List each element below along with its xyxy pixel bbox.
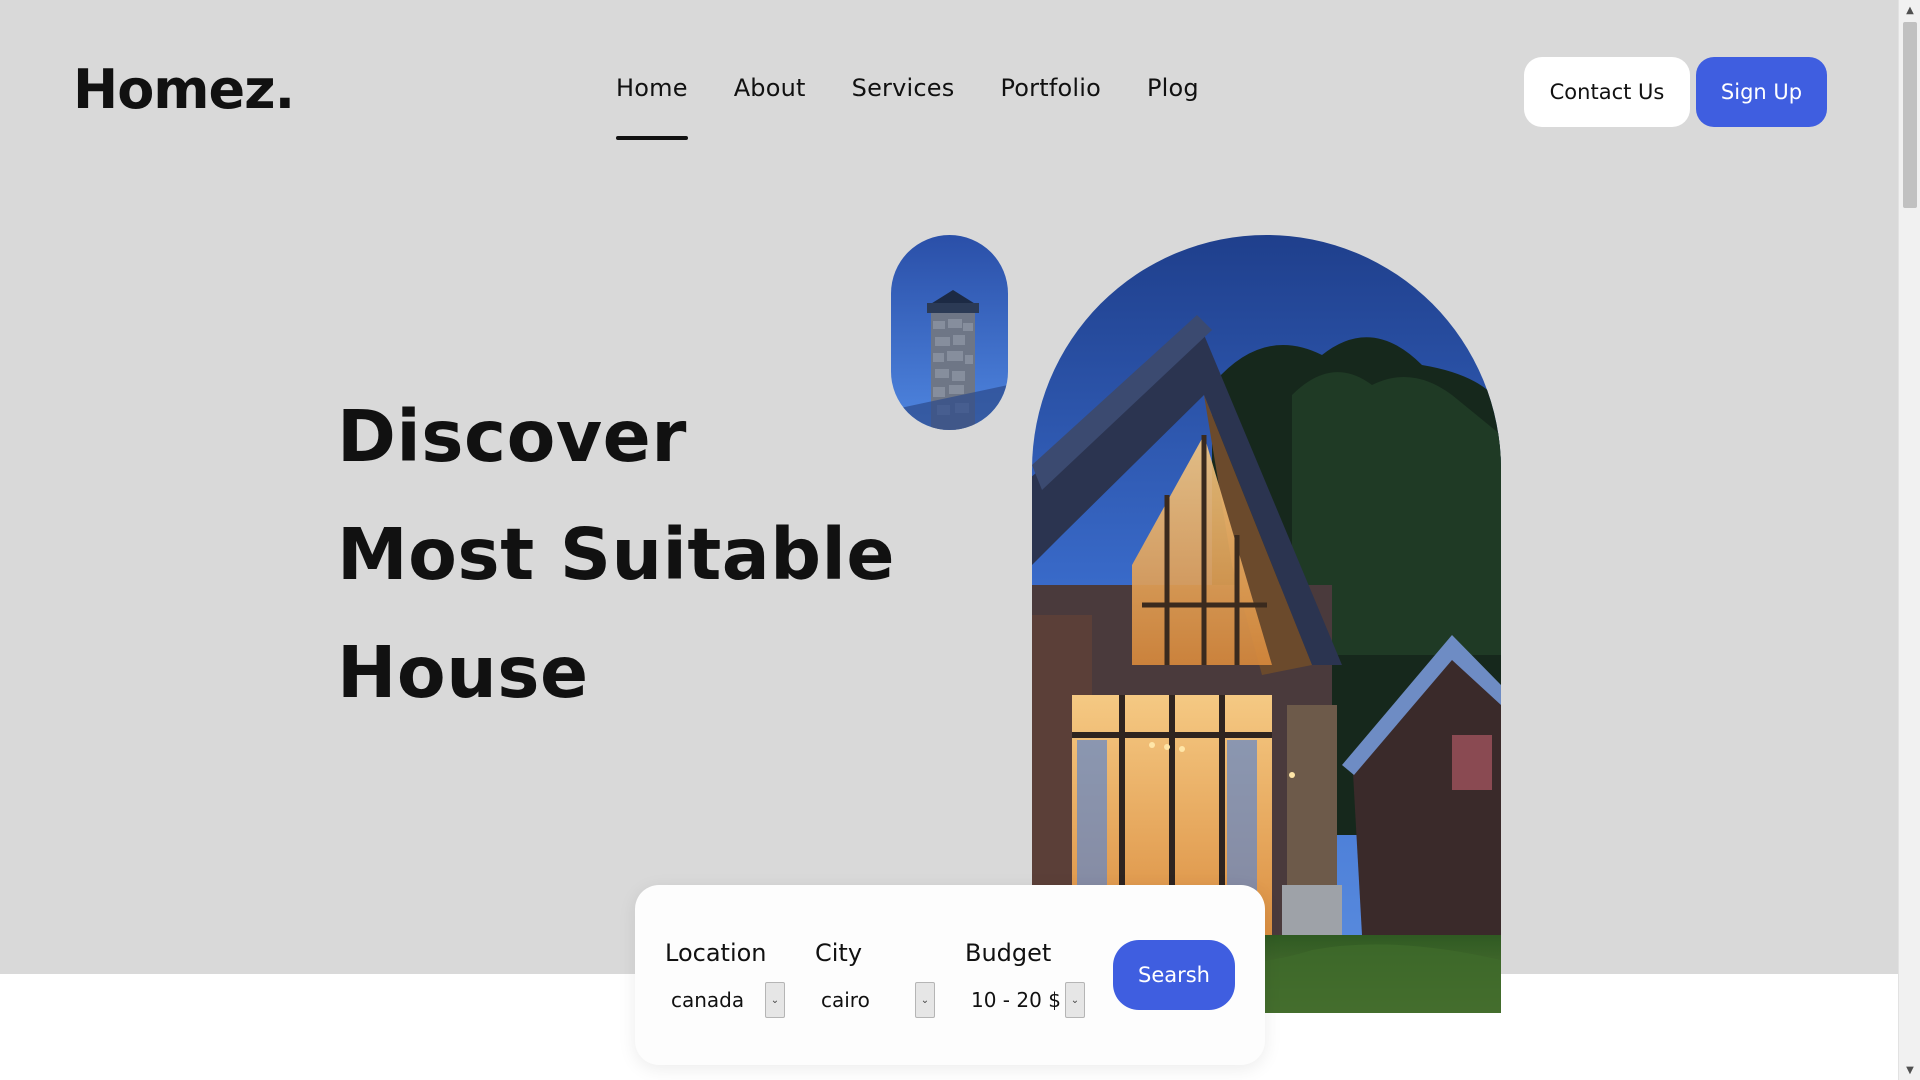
chevron-down-icon[interactable]: ⌄: [915, 982, 935, 1018]
nav-item-home[interactable]: Home: [616, 74, 688, 140]
headline-line-3: House: [337, 631, 589, 714]
nav-item-about[interactable]: About: [734, 74, 806, 102]
search-button[interactable]: Searsh: [1113, 940, 1235, 1010]
headline-line-2: Most Suitable: [337, 513, 896, 596]
nav-item-plog[interactable]: Plog: [1147, 74, 1199, 102]
city-label: City: [815, 939, 863, 967]
location-select[interactable]: canada ⌄: [665, 982, 785, 1018]
budget-label: Budget: [965, 939, 1052, 967]
hero-background: [0, 0, 1898, 974]
location-label: Location: [665, 939, 767, 967]
triangle-up-icon[interactable]: ▲: [1899, 0, 1920, 20]
main-nav: Home About Services Portfolio Plog: [616, 74, 1199, 140]
location-value: canada: [671, 988, 745, 1012]
property-search-card: Location canada ⌄ City cairo ⌄ Budget 10…: [635, 885, 1265, 1065]
city-select[interactable]: cairo ⌄: [815, 982, 935, 1018]
nav-item-portfolio[interactable]: Portfolio: [1000, 74, 1101, 102]
budget-value: 10 - 20 $: [971, 988, 1061, 1012]
nav-item-services[interactable]: Services: [852, 74, 955, 102]
page-scrollbar[interactable]: ▲ ▼: [1898, 0, 1920, 1080]
headline-line-1: Discover: [337, 395, 687, 478]
chimney-photo: [891, 235, 1008, 430]
brand-logo[interactable]: Homez.: [73, 58, 295, 121]
budget-field: Budget 10 - 20 $ ⌄: [965, 939, 1085, 1018]
city-field: City cairo ⌄: [815, 939, 935, 1018]
chevron-down-icon[interactable]: ⌄: [1065, 982, 1085, 1018]
contact-us-button[interactable]: Contact Us: [1524, 57, 1690, 127]
scrollbar-thumb[interactable]: [1903, 22, 1917, 208]
budget-select[interactable]: 10 - 20 $ ⌄: [965, 982, 1087, 1018]
hero-headline: Discover Most Suitable House: [337, 378, 895, 732]
sign-up-button[interactable]: Sign Up: [1696, 57, 1827, 127]
city-value: cairo: [821, 988, 870, 1012]
location-field: Location canada ⌄: [665, 939, 785, 1018]
chevron-down-icon[interactable]: ⌄: [765, 982, 785, 1018]
triangle-down-icon[interactable]: ▼: [1899, 1060, 1920, 1080]
